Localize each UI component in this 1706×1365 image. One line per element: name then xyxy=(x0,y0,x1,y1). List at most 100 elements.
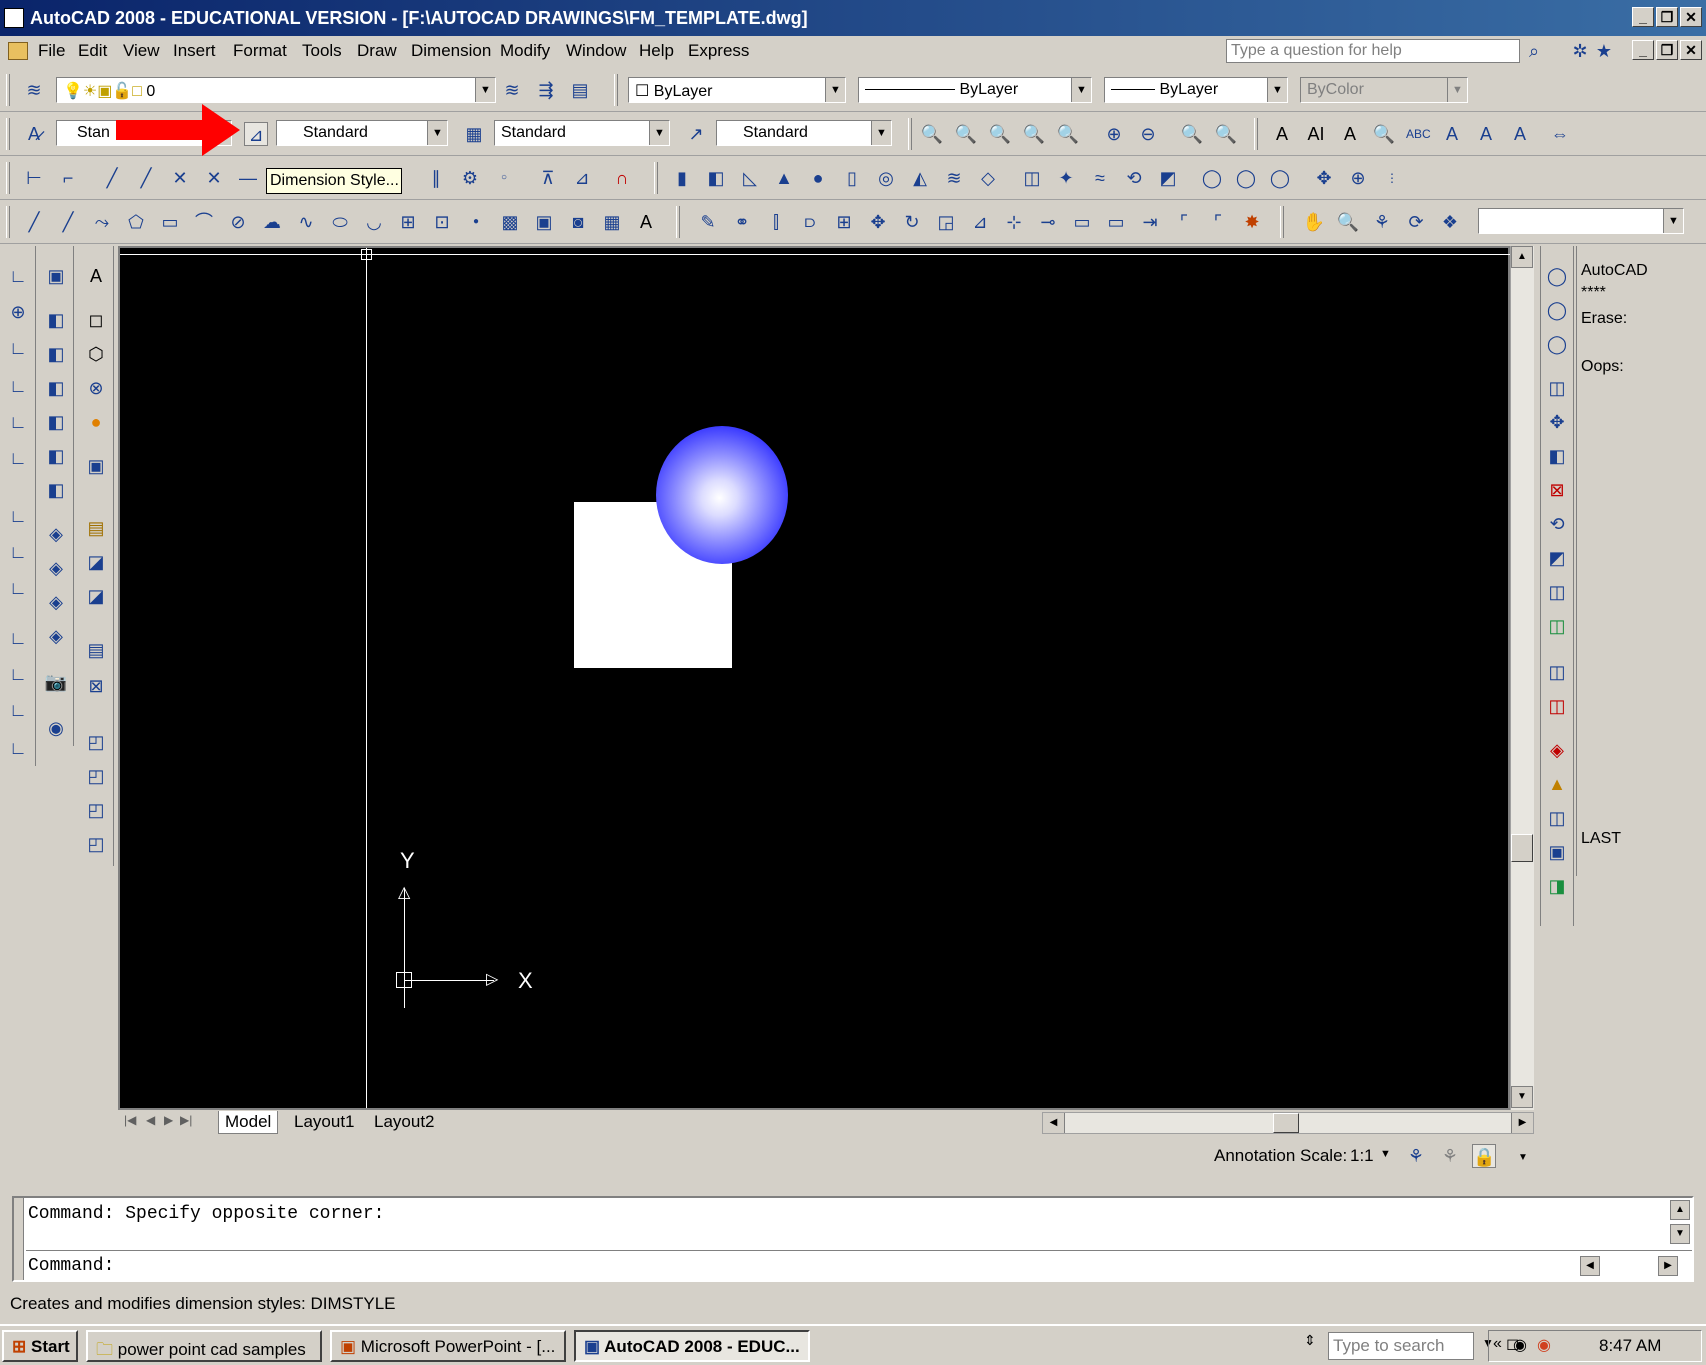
conceptual-icon[interactable]: ● xyxy=(84,410,108,434)
join-icon[interactable]: ⇥ xyxy=(1138,210,1162,234)
render-icon[interactable]: ◪ xyxy=(84,584,108,608)
rectangle-icon[interactable]: ▭ xyxy=(158,210,182,234)
quick-dimension-icon[interactable]: ∥ xyxy=(424,166,448,190)
mtext-icon[interactable]: A xyxy=(634,210,658,234)
color-faces-icon[interactable]: ◫ xyxy=(1545,614,1569,638)
single-line-text-icon[interactable]: AI xyxy=(1304,122,1328,146)
light-icon[interactable]: ▤ xyxy=(84,516,108,540)
doc-close-button[interactable]: ✕ xyxy=(1680,40,1702,60)
ne-iso-icon[interactable]: ◈ xyxy=(44,590,68,614)
wedge-icon[interactable]: ◺ xyxy=(738,166,762,190)
rotate-faces-icon[interactable]: ⟲ xyxy=(1545,512,1569,536)
table-icon[interactable]: ▦ xyxy=(600,210,624,234)
chevron-down-icon[interactable]: ▼ xyxy=(825,78,845,102)
close-button[interactable]: ✕ xyxy=(1680,7,1702,27)
menu-edit[interactable]: Edit xyxy=(78,41,107,61)
color-edges-icon[interactable]: ◫ xyxy=(1545,694,1569,718)
extend-icon[interactable]: ⊸ xyxy=(1036,210,1060,234)
draw-order-above-icon[interactable]: ◰ xyxy=(84,798,108,822)
cmd-scroll-left-icon[interactable]: ◀ xyxy=(1580,1256,1600,1276)
top-view-icon[interactable]: ◧ xyxy=(44,308,68,332)
offset-icon[interactable]: ⫐ xyxy=(798,210,822,234)
favorites-icon[interactable]: ★ xyxy=(1592,39,1616,63)
text-frame-icon[interactable]: A xyxy=(84,264,108,288)
hidden-icon[interactable]: ⬡ xyxy=(84,342,108,366)
trim-icon[interactable]: ⊹ xyxy=(1002,210,1026,234)
annotation-scale-value[interactable]: 1:1 xyxy=(1350,1146,1374,1166)
layer-dropdown[interactable]: 💡☀▣🔓□ 0 ▼ xyxy=(56,77,496,103)
views-icon[interactable]: ▣ xyxy=(44,264,68,288)
check-icon[interactable]: ◨ xyxy=(1545,874,1569,898)
scroll-thumb[interactable] xyxy=(1511,834,1533,862)
menu-modify[interactable]: Modify xyxy=(500,41,550,61)
box-icon[interactable]: ◧ xyxy=(704,166,728,190)
drawing-canvas[interactable]: Y △ ▷ X xyxy=(118,246,1510,1110)
menu-insert[interactable]: Insert xyxy=(173,41,216,61)
sweep-icon[interactable]: ≈ xyxy=(1088,166,1112,190)
extrude-faces-icon[interactable]: ◫ xyxy=(1545,376,1569,400)
tray-speaker-icon[interactable]: ◉ xyxy=(1513,1335,1527,1355)
cmd-scroll-right-icon[interactable]: ▶ xyxy=(1658,1256,1678,1276)
menu-dimension[interactable]: Dimension xyxy=(411,41,491,61)
linear-dimension-icon[interactable]: ⊢ xyxy=(22,166,46,190)
polygon-icon[interactable]: ⬠ xyxy=(124,210,148,234)
3d-align-icon[interactable]: ⋮ xyxy=(1380,166,1404,190)
sphere-icon[interactable]: ● xyxy=(806,166,830,190)
chevron-down-icon[interactable]: ▼ xyxy=(1267,78,1287,102)
clean-icon[interactable]: ▲ xyxy=(1545,772,1569,796)
dim-style-dropdown[interactable]: Standard ▼ xyxy=(276,120,448,146)
aligned-dimension-icon[interactable]: ⌐ xyxy=(56,166,80,190)
hatch-icon[interactable]: ▩ xyxy=(498,210,522,234)
taskbar-search-input[interactable]: Type to search xyxy=(1328,1332,1474,1360)
ucs-apply-icon[interactable]: ∟ xyxy=(6,736,30,760)
helix-icon[interactable]: ≋ xyxy=(942,166,966,190)
zoom-center-icon[interactable]: 🔍 xyxy=(1056,122,1080,146)
3d-rotate-icon[interactable]: ⊕ xyxy=(1346,166,1370,190)
zoom-realtime-2-icon[interactable]: 🔍 xyxy=(1336,210,1360,234)
multileader-style-icon[interactable]: ↗ xyxy=(684,122,708,146)
zoom-scale-icon[interactable]: 🔍 xyxy=(1022,122,1046,146)
line-icon[interactable]: ╱ xyxy=(22,210,46,234)
table-style-dropdown[interactable]: Standard ▼ xyxy=(494,120,670,146)
ucs-y-icon[interactable]: ∟ xyxy=(6,662,30,686)
ucs-previous-icon[interactable]: ∟ xyxy=(6,336,30,360)
hscroll-thumb[interactable] xyxy=(1273,1113,1299,1133)
spell-check-icon[interactable]: ABC xyxy=(1406,122,1431,146)
table-style-icon[interactable]: ▦ xyxy=(462,122,486,146)
status-menu-icon[interactable]: ▼ xyxy=(1518,1152,1528,1163)
tab-first-icon[interactable]: |◀ xyxy=(124,1113,136,1127)
menu-help[interactable]: Help xyxy=(639,41,674,61)
chamfer-icon[interactable]: ⌜ xyxy=(1172,210,1196,234)
scroll-up-icon[interactable]: ▲ xyxy=(1511,246,1533,268)
named-views-icon[interactable]: ⚘ xyxy=(1370,210,1394,234)
zoom-out-icon[interactable]: ⊖ xyxy=(1136,122,1160,146)
explode-icon[interactable]: ✸ xyxy=(1240,210,1264,234)
tab-model[interactable]: Model xyxy=(218,1111,279,1134)
dimension-style-icon[interactable]: ⊿ xyxy=(244,122,268,146)
scroll-left-icon[interactable]: ◀ xyxy=(1043,1113,1065,1133)
draw-order-back-icon[interactable]: ◰ xyxy=(84,764,108,788)
tray-expand-icon[interactable]: « xyxy=(1493,1335,1502,1353)
document-icon[interactable] xyxy=(8,42,28,60)
menu-file[interactable]: File xyxy=(38,41,65,61)
revolve-icon[interactable]: ⟲ xyxy=(1122,166,1146,190)
offset-faces-icon[interactable]: ◧ xyxy=(1545,444,1569,468)
chevron-down-icon[interactable]: ▼ xyxy=(1663,209,1683,233)
move-icon[interactable]: ✥ xyxy=(866,210,890,234)
presspull-icon[interactable]: ✦ xyxy=(1054,166,1078,190)
tab-last-icon[interactable]: ▶| xyxy=(180,1113,192,1127)
3d-move-icon[interactable]: ✥ xyxy=(1312,166,1336,190)
snap-magnet-icon[interactable]: ∩ xyxy=(610,166,634,190)
cylinder-icon[interactable]: ▯ xyxy=(840,166,864,190)
circle-icon[interactable]: ⊘ xyxy=(226,210,250,234)
loft-icon[interactable]: ◩ xyxy=(1156,166,1180,190)
render-region-icon[interactable]: ⊠ xyxy=(84,674,108,698)
mirror-icon[interactable]: ⫿ xyxy=(764,210,788,234)
menu-tools[interactable]: Tools xyxy=(302,41,342,61)
baseline-icon[interactable]: ⚙ xyxy=(458,166,482,190)
ucs-z-icon[interactable]: ∟ xyxy=(6,698,30,722)
taper-faces-icon[interactable]: ◩ xyxy=(1545,546,1569,570)
pan-icon[interactable]: ✋ xyxy=(1302,210,1326,234)
ucs-view-icon[interactable]: ∟ xyxy=(6,446,30,470)
minimize-button[interactable]: _ xyxy=(1632,7,1654,27)
